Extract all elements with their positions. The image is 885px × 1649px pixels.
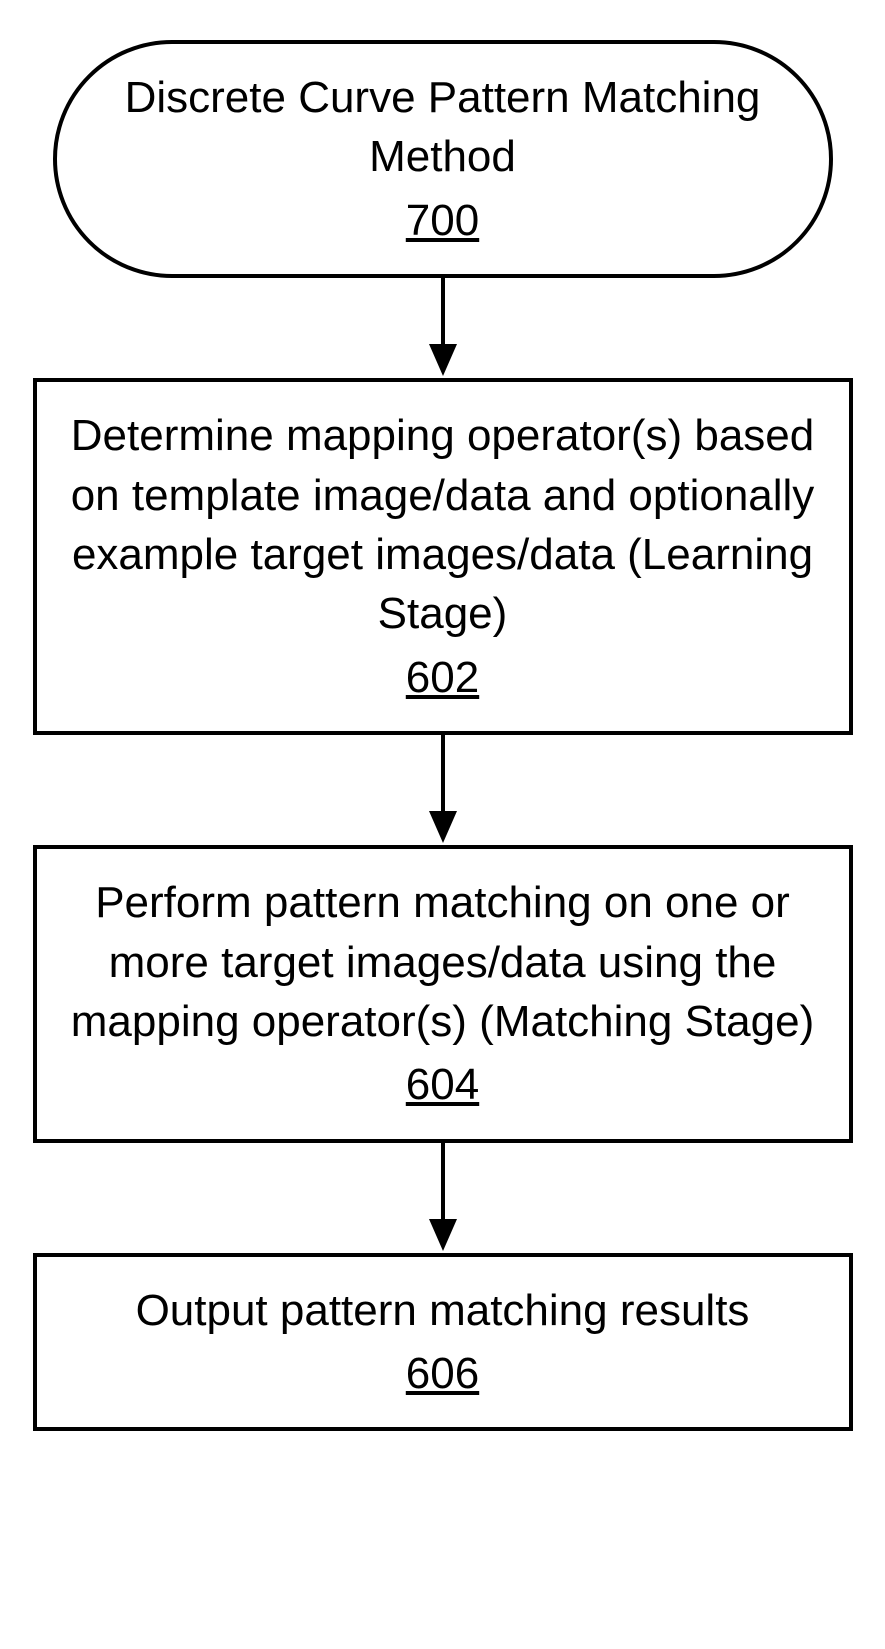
arrow-icon — [423, 735, 463, 845]
process-learning-stage: Determine mapping operator(s) based on t… — [33, 378, 853, 735]
node-ref: 602 — [406, 648, 479, 707]
node-text: Determine mapping operator(s) based on t… — [71, 411, 815, 638]
node-ref: 604 — [406, 1055, 479, 1114]
terminator-start: Discrete Curve Pattern Matching Method 7… — [53, 40, 833, 278]
node-text: Output pattern matching results — [136, 1286, 750, 1335]
process-output-results: Output pattern matching results 606 — [33, 1253, 853, 1432]
arrow-icon — [423, 278, 463, 378]
node-text: Discrete Curve Pattern Matching Method — [125, 73, 761, 181]
node-ref: 606 — [406, 1344, 479, 1403]
flowchart-container: Discrete Curve Pattern Matching Method 7… — [30, 40, 855, 1431]
node-text: Perform pattern matching on one or more … — [71, 878, 814, 1046]
process-matching-stage: Perform pattern matching on one or more … — [33, 845, 853, 1143]
node-ref: 700 — [406, 191, 479, 250]
arrow-icon — [423, 1143, 463, 1253]
